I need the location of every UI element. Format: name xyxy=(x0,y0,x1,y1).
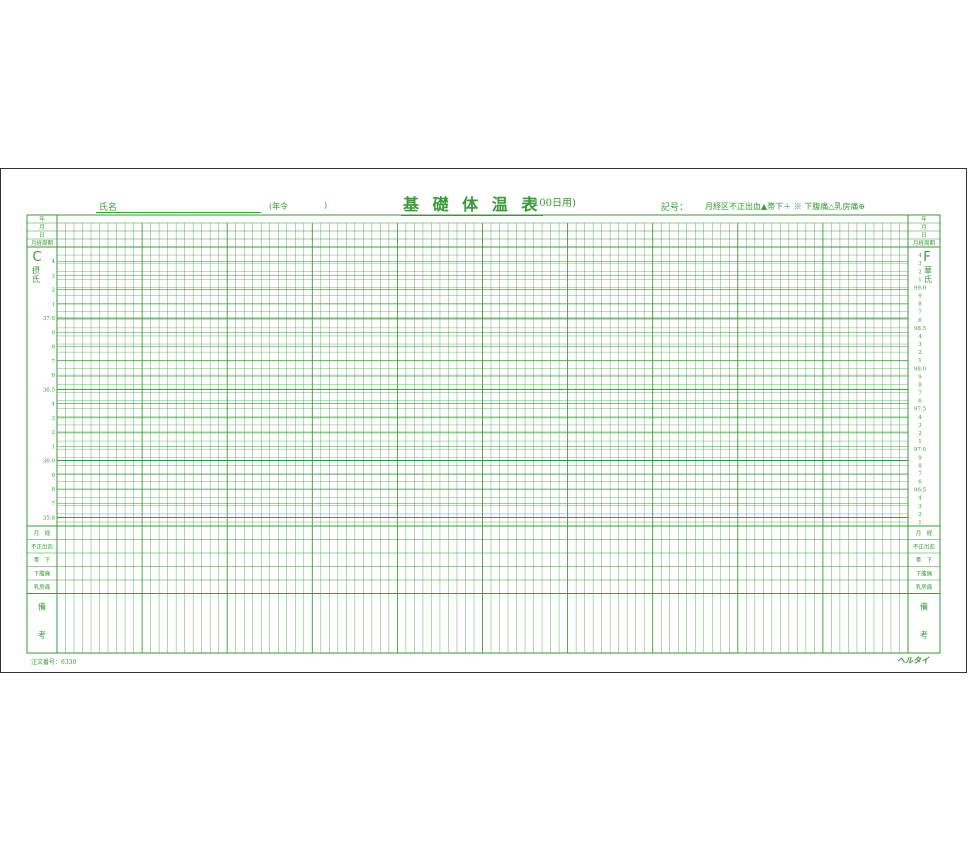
fahrenheit-tick-label: 6 xyxy=(918,318,922,324)
fahrenheit-tick-label: 4 xyxy=(918,415,922,421)
header-row-label-right: 月経周期 xyxy=(913,239,936,247)
celsius-tick-label: 1 xyxy=(52,302,56,308)
remarks-label-right: 備 xyxy=(920,602,928,612)
fahrenheit-unit-name: 華 xyxy=(924,265,932,275)
header-row-label-left: 日 xyxy=(39,232,45,239)
fahrenheit-tick-label: 98.5 xyxy=(914,326,927,332)
celsius-tick-label: 8 xyxy=(52,345,56,351)
symptom-row-label-left: 月 経 xyxy=(34,529,51,537)
fahrenheit-tick-label: 2 xyxy=(918,512,922,518)
brand-logo: ヘルタイ xyxy=(897,655,929,665)
form-frame xyxy=(26,214,941,654)
fahrenheit-tick-label: 4 xyxy=(918,334,922,340)
fahrenheit-tick-label: 98.0 xyxy=(914,366,927,372)
fahrenheit-tick-label: 8 xyxy=(918,302,922,308)
age-close-paren: ) xyxy=(324,201,328,210)
order-number: 注文番号：6330 xyxy=(31,659,77,666)
fahrenheit-tick-label: 1 xyxy=(918,439,922,445)
celsius-tick-label: 3 xyxy=(52,273,56,279)
celsius-tick-label: 7 xyxy=(52,359,56,365)
fahrenheit-tick-label: 4 xyxy=(918,496,922,502)
fahrenheit-tick-label: 7 xyxy=(918,310,922,316)
celsius-tick-label: 9 xyxy=(52,330,56,336)
form-subtitle: (100日用) xyxy=(529,198,576,209)
fahrenheit-tick-label: 6 xyxy=(918,399,922,405)
temperature-grid: 年年月 月日 日月経周期 月経周期432137.0987636.5432136.098… xyxy=(26,214,941,654)
remarks-label-left: 考 xyxy=(38,631,46,640)
fahrenheit-tick-label: 4 xyxy=(918,253,922,259)
symptom-row-label-right: 乳房痛 xyxy=(916,583,933,591)
celsius-tick-label: 8 xyxy=(52,487,56,493)
celsius-tick-label: 2 xyxy=(52,430,56,436)
celsius-tick-label: 2 xyxy=(52,288,56,294)
fahrenheit-tick-label: 8 xyxy=(918,382,922,388)
celsius-tick-label: 7 xyxy=(52,501,56,507)
fahrenheit-tick-label: 3 xyxy=(918,342,922,348)
fahrenheit-tick-label: 9 xyxy=(918,294,922,300)
fahrenheit-tick-label: 99.0 xyxy=(914,285,927,291)
age-label: (年令 xyxy=(269,202,289,211)
fahrenheit-tick-label: 1 xyxy=(918,520,922,526)
header-row-label-left: 月経周期 xyxy=(31,239,54,247)
name-field[interactable] xyxy=(96,212,261,213)
symbols-label: 記号： xyxy=(661,203,689,213)
fahrenheit-tick-label: 8 xyxy=(918,463,922,469)
fahrenheit-unit-letter: F xyxy=(923,250,930,265)
header-row-label-right: 月 xyxy=(921,224,927,231)
celsius-tick-label: 6 xyxy=(52,373,56,379)
fahrenheit-tick-label: 3 xyxy=(918,504,922,510)
remarks-label-right: 考 xyxy=(920,631,928,640)
header-row-label-right: 年 xyxy=(921,215,927,223)
fahrenheit-unit-name: 氏 xyxy=(924,275,932,284)
fahrenheit-tick-label: 96.5 xyxy=(914,488,927,494)
fahrenheit-tick-label: 9 xyxy=(918,455,922,461)
celsius-tick-label: 1 xyxy=(52,444,56,450)
celsius-tick-label: 9 xyxy=(52,473,56,479)
form-title: 基 礎 体 温 表 xyxy=(401,191,544,216)
symbols-legend: 月経区不正出血▲帯下＋ ※ 下腹痛△乳房痛⊕ xyxy=(705,202,866,211)
celsius-tick-label: 37.0 xyxy=(43,316,56,322)
symptom-row-label-right: 不正出血 xyxy=(913,543,936,551)
fahrenheit-tick-label: 2 xyxy=(918,431,922,437)
celsius-tick-label: 4 xyxy=(52,402,56,408)
fahrenheit-tick-label: 9 xyxy=(918,374,922,380)
fahrenheit-tick-label: 1 xyxy=(918,277,922,283)
symptom-row-label-left: 下腹痛 xyxy=(34,570,51,578)
celsius-unit-name: 氏 xyxy=(32,275,40,284)
symptom-row-label-right: 帯 下 xyxy=(916,556,933,564)
symptom-row-label-left: 不正出血 xyxy=(31,543,54,551)
fahrenheit-tick-label: 2 xyxy=(918,350,922,356)
fahrenheit-tick-label: 2 xyxy=(918,269,922,275)
symptom-row-label-left: 乳房痛 xyxy=(34,583,51,591)
header-row-label-right: 日 xyxy=(921,232,927,239)
celsius-tick-label: 3 xyxy=(52,416,56,422)
celsius-tick-label: 36.0 xyxy=(43,459,56,465)
remarks-label-left: 備 xyxy=(38,602,46,612)
fahrenheit-tick-label: 3 xyxy=(918,423,922,429)
fahrenheit-tick-label: 97.0 xyxy=(914,447,927,453)
celsius-tick-label: 35.8 xyxy=(43,515,56,521)
symptom-row-label-right: 月 経 xyxy=(916,529,933,537)
fahrenheit-tick-label: 6 xyxy=(918,480,922,486)
celsius-unit-letter: C xyxy=(32,250,41,265)
fahrenheit-tick-label: 7 xyxy=(918,391,922,397)
symptom-row-label-right: 下腹痛 xyxy=(916,570,933,578)
fahrenheit-tick-label: 1 xyxy=(918,358,922,364)
symptom-row-label-left: 帯 下 xyxy=(34,556,51,564)
celsius-unit-name: 摂 xyxy=(32,265,40,275)
header-row-label-left: 月 xyxy=(39,224,45,231)
header-row-label-left: 年 xyxy=(39,215,45,223)
basal-temperature-form: 年年月月日日月経周期 月経周期 4 3 2 1 37.0 9 8 7 6 36.5 4 3 2 1 36.0 9 8… xyxy=(0,168,967,673)
celsius-tick-label: 36.5 xyxy=(43,387,56,393)
fahrenheit-tick-label: 7 xyxy=(918,471,922,477)
celsius-tick-label: 4 xyxy=(52,259,56,265)
fahrenheit-tick-label: 97.5 xyxy=(914,407,927,413)
fahrenheit-tick-label: 3 xyxy=(918,261,922,267)
